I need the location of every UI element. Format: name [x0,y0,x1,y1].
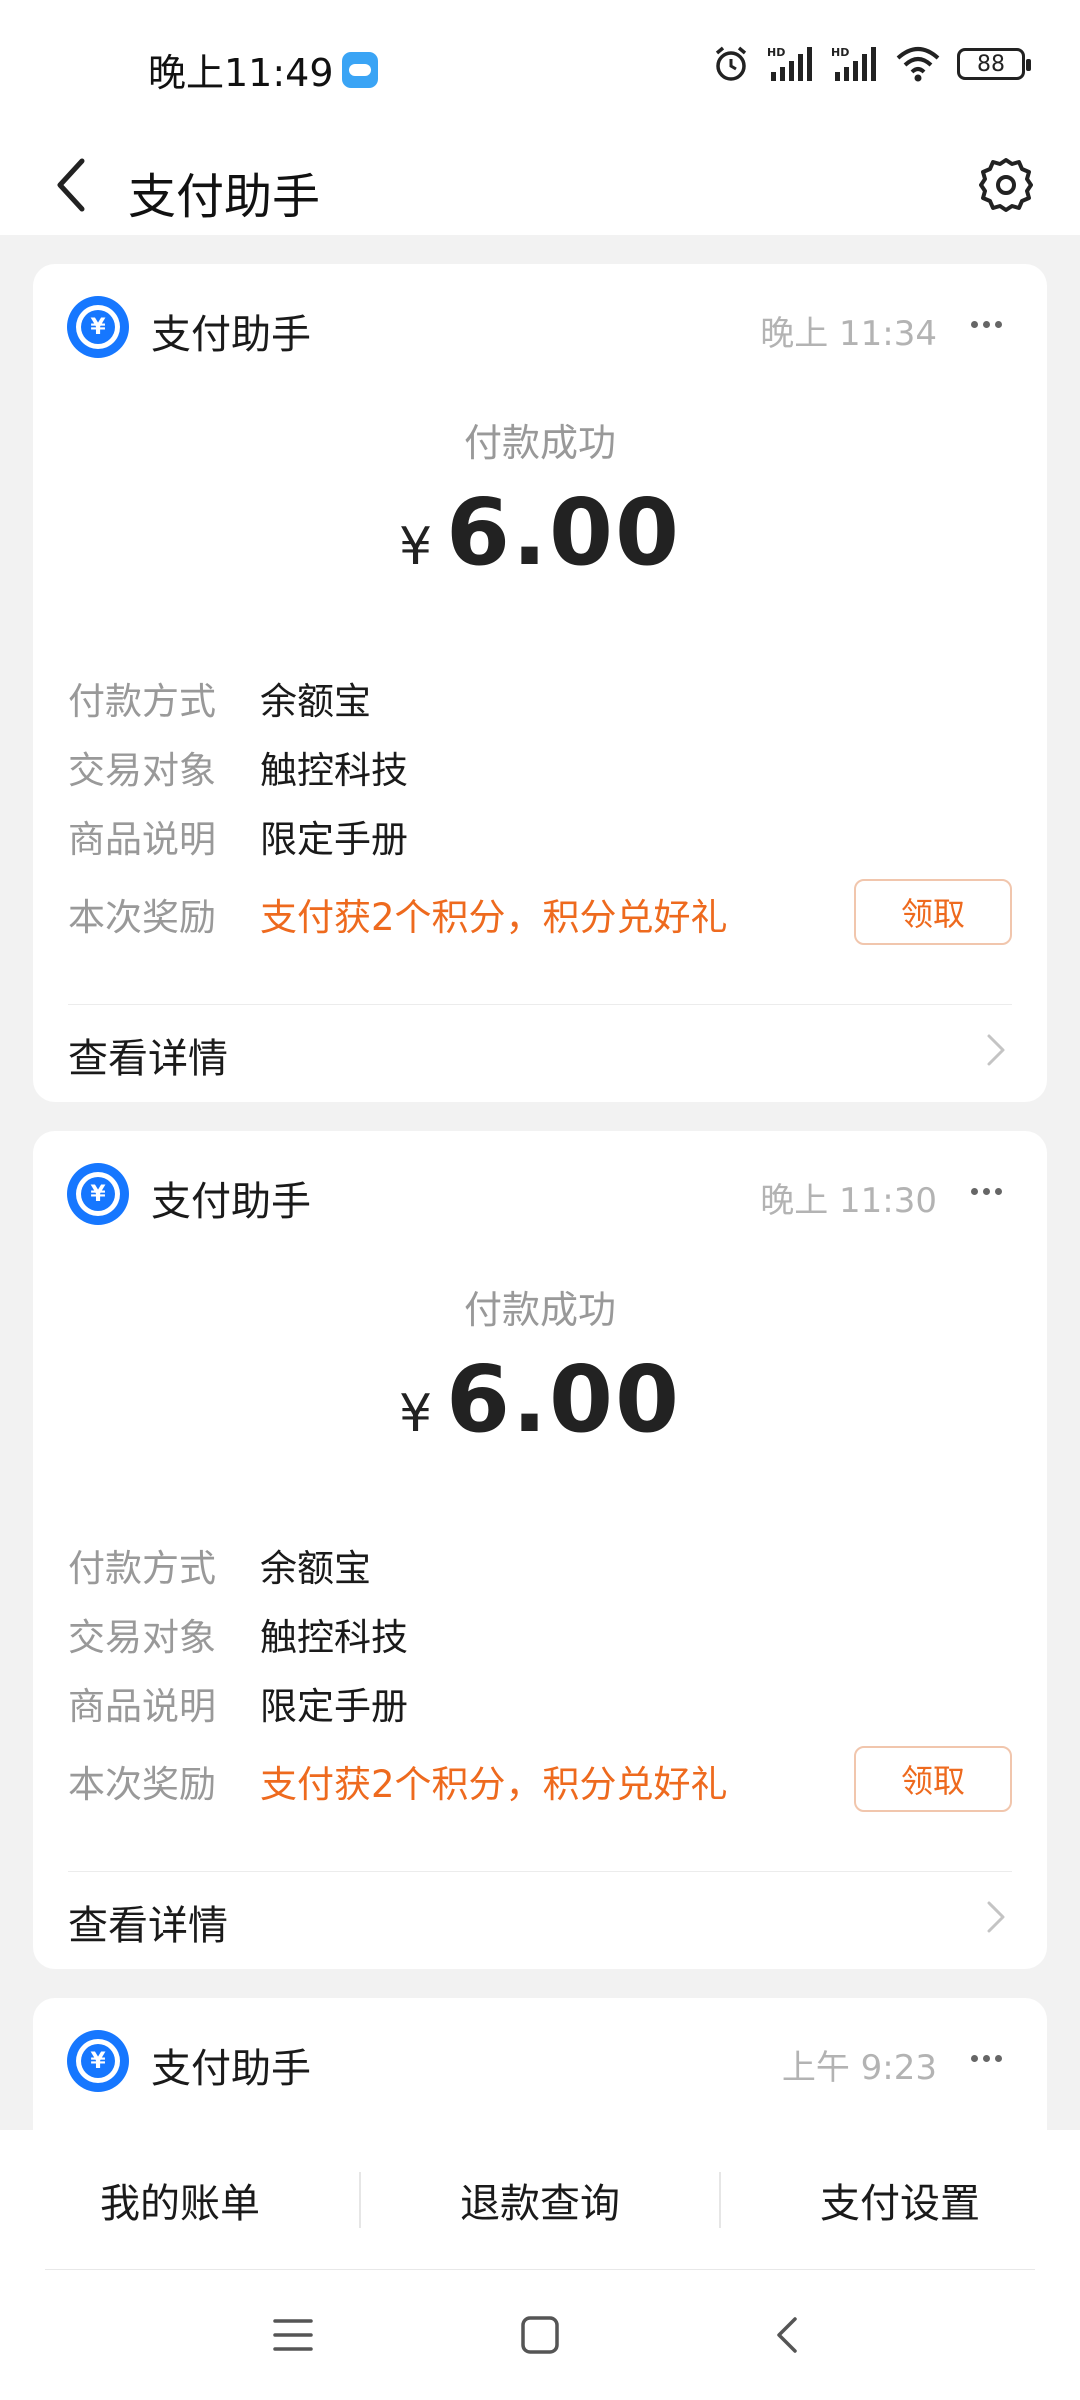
battery-icon: 88 [957,48,1031,80]
back-triangle-icon [777,2317,797,2353]
info-row: 付款方式 余额宝 [68,1537,1012,1593]
card-header: ¥ 支付助手 晚上 11:30 [33,1131,1047,1251]
info-value: 余额宝 [260,680,371,723]
payment-amount: ¥6.00 [33,479,1047,586]
alarm-icon [715,46,747,81]
card-header: ¥ 支付助手 晚上 11:34 [33,264,1047,384]
info-value: 余额宝 [260,1547,371,1590]
cloud-icon [341,51,378,88]
alipay-icon: ¥ [67,2030,129,2092]
svg-text:HD: HD [767,46,785,59]
info-label: 付款方式 [68,680,216,723]
reward-row: 本次奖励 支付获2个积分，积分兑好礼 领取 [68,1746,1012,1812]
card-time: 晚上 11:30 [760,1181,937,1221]
reward-label: 本次奖励 [68,896,216,939]
gear-icon [979,158,1033,212]
info-row: 商品说明 限定手册 [68,808,1012,864]
info-label: 商品说明 [68,818,216,861]
chevron-right-icon [987,1034,1005,1066]
more-options-button[interactable] [961,1171,1011,1211]
view-details-label: 查看详情 [68,1036,228,1082]
payment-card: ¥ 支付助手 晚上 11:30 付款成功 ¥6.00 付款方式 余额宝 交易对象… [33,1131,1047,1969]
status-icons: HD HD 88 [711,44,1031,84]
nav-back-button[interactable] [746,2300,826,2370]
payment-card: ¥ 支付助手 上午 9:23 [33,1998,1047,2130]
info-value: 限定手册 [260,1685,408,1728]
chevron-left-icon [57,158,85,212]
currency-symbol: ¥ [398,517,435,577]
currency-symbol: ¥ [398,1384,435,1444]
back-button[interactable] [40,145,100,225]
card-time: 晚上 11:34 [760,314,937,354]
chevron-right-icon [987,1901,1005,1933]
svg-text:HD: HD [831,46,849,59]
claim-button[interactable]: 领取 [854,879,1012,945]
info-label: 交易对象 [68,1616,216,1659]
message-feed[interactable]: ¥ 支付助手 晚上 11:34 付款成功 ¥6.00 付款方式 余额宝 交易对象… [0,235,1080,2130]
title-bar: 支付助手 [0,135,1080,235]
info-row: 商品说明 限定手册 [68,1675,1012,1731]
reward-label: 本次奖励 [68,1763,216,1806]
system-nav-bar [0,2270,1080,2400]
nav-home-button[interactable] [500,2300,580,2370]
bottom-menu: 我的账单 退款查询 支付设置 [0,2130,1080,2270]
payment-status: 付款成功 [463,1288,616,1332]
info-row: 交易对象 触控科技 [68,1606,1012,1662]
card-header: ¥ 支付助手 上午 9:23 [33,1998,1047,2118]
info-label: 付款方式 [68,1547,216,1590]
settings-button[interactable] [968,147,1044,223]
battery-level: 88 [977,51,1005,77]
card-app-name: 支付助手 [151,312,311,358]
page-title: 支付助手 [128,169,321,225]
info-row: 交易对象 触控科技 [68,739,1012,795]
menu-my-bills[interactable]: 我的账单 [0,2130,360,2270]
payment-status: 付款成功 [463,421,616,465]
reward-value: 支付获2个积分，积分兑好礼 [260,1763,728,1806]
view-details-row[interactable]: 查看详情 [33,1859,1047,1969]
alipay-icon: ¥ [67,1163,129,1225]
reward-value: 支付获2个积分，积分兑好礼 [260,896,728,939]
card-app-name: 支付助手 [151,2046,311,2092]
info-value: 限定手册 [260,818,408,861]
card-time: 上午 9:23 [781,2048,937,2088]
status-time: 晚上11:49 [148,42,378,97]
alipay-icon: ¥ [67,296,129,358]
card-app-name: 支付助手 [151,1179,311,1225]
menu-payment-settings[interactable]: 支付设置 [720,2130,1080,2270]
menu-refund-query[interactable]: 退款查询 [360,2130,720,2270]
home-square-icon [521,2316,559,2354]
info-row: 付款方式 余额宝 [68,670,1012,726]
payment-amount: ¥6.00 [33,1346,1047,1453]
more-options-button[interactable] [961,304,1011,344]
more-options-button[interactable] [961,2038,1011,2078]
info-value: 触控科技 [260,1616,408,1659]
view-details-row[interactable]: 查看详情 [33,992,1047,1102]
clock-text: 晚上11:49 [148,51,334,95]
info-label: 商品说明 [68,1685,216,1728]
status-bar: 晚上11:49 HD HD 88 [0,0,1080,135]
reward-row: 本次奖励 支付获2个积分，积分兑好礼 领取 [68,879,1012,945]
info-value: 触控科技 [260,749,408,792]
nav-menu-button[interactable] [253,2300,333,2370]
signal-icon-2: HD [831,46,876,81]
menu-icon [273,2319,313,2351]
wifi-icon [896,47,940,82]
claim-button[interactable]: 领取 [854,1746,1012,1812]
amount-value: 6.00 [446,1346,682,1453]
payment-card: ¥ 支付助手 晚上 11:34 付款成功 ¥6.00 付款方式 余额宝 交易对象… [33,264,1047,1102]
amount-value: 6.00 [446,479,682,586]
view-details-label: 查看详情 [68,1903,228,1949]
signal-icon: HD [767,46,812,81]
info-label: 交易对象 [68,749,216,792]
